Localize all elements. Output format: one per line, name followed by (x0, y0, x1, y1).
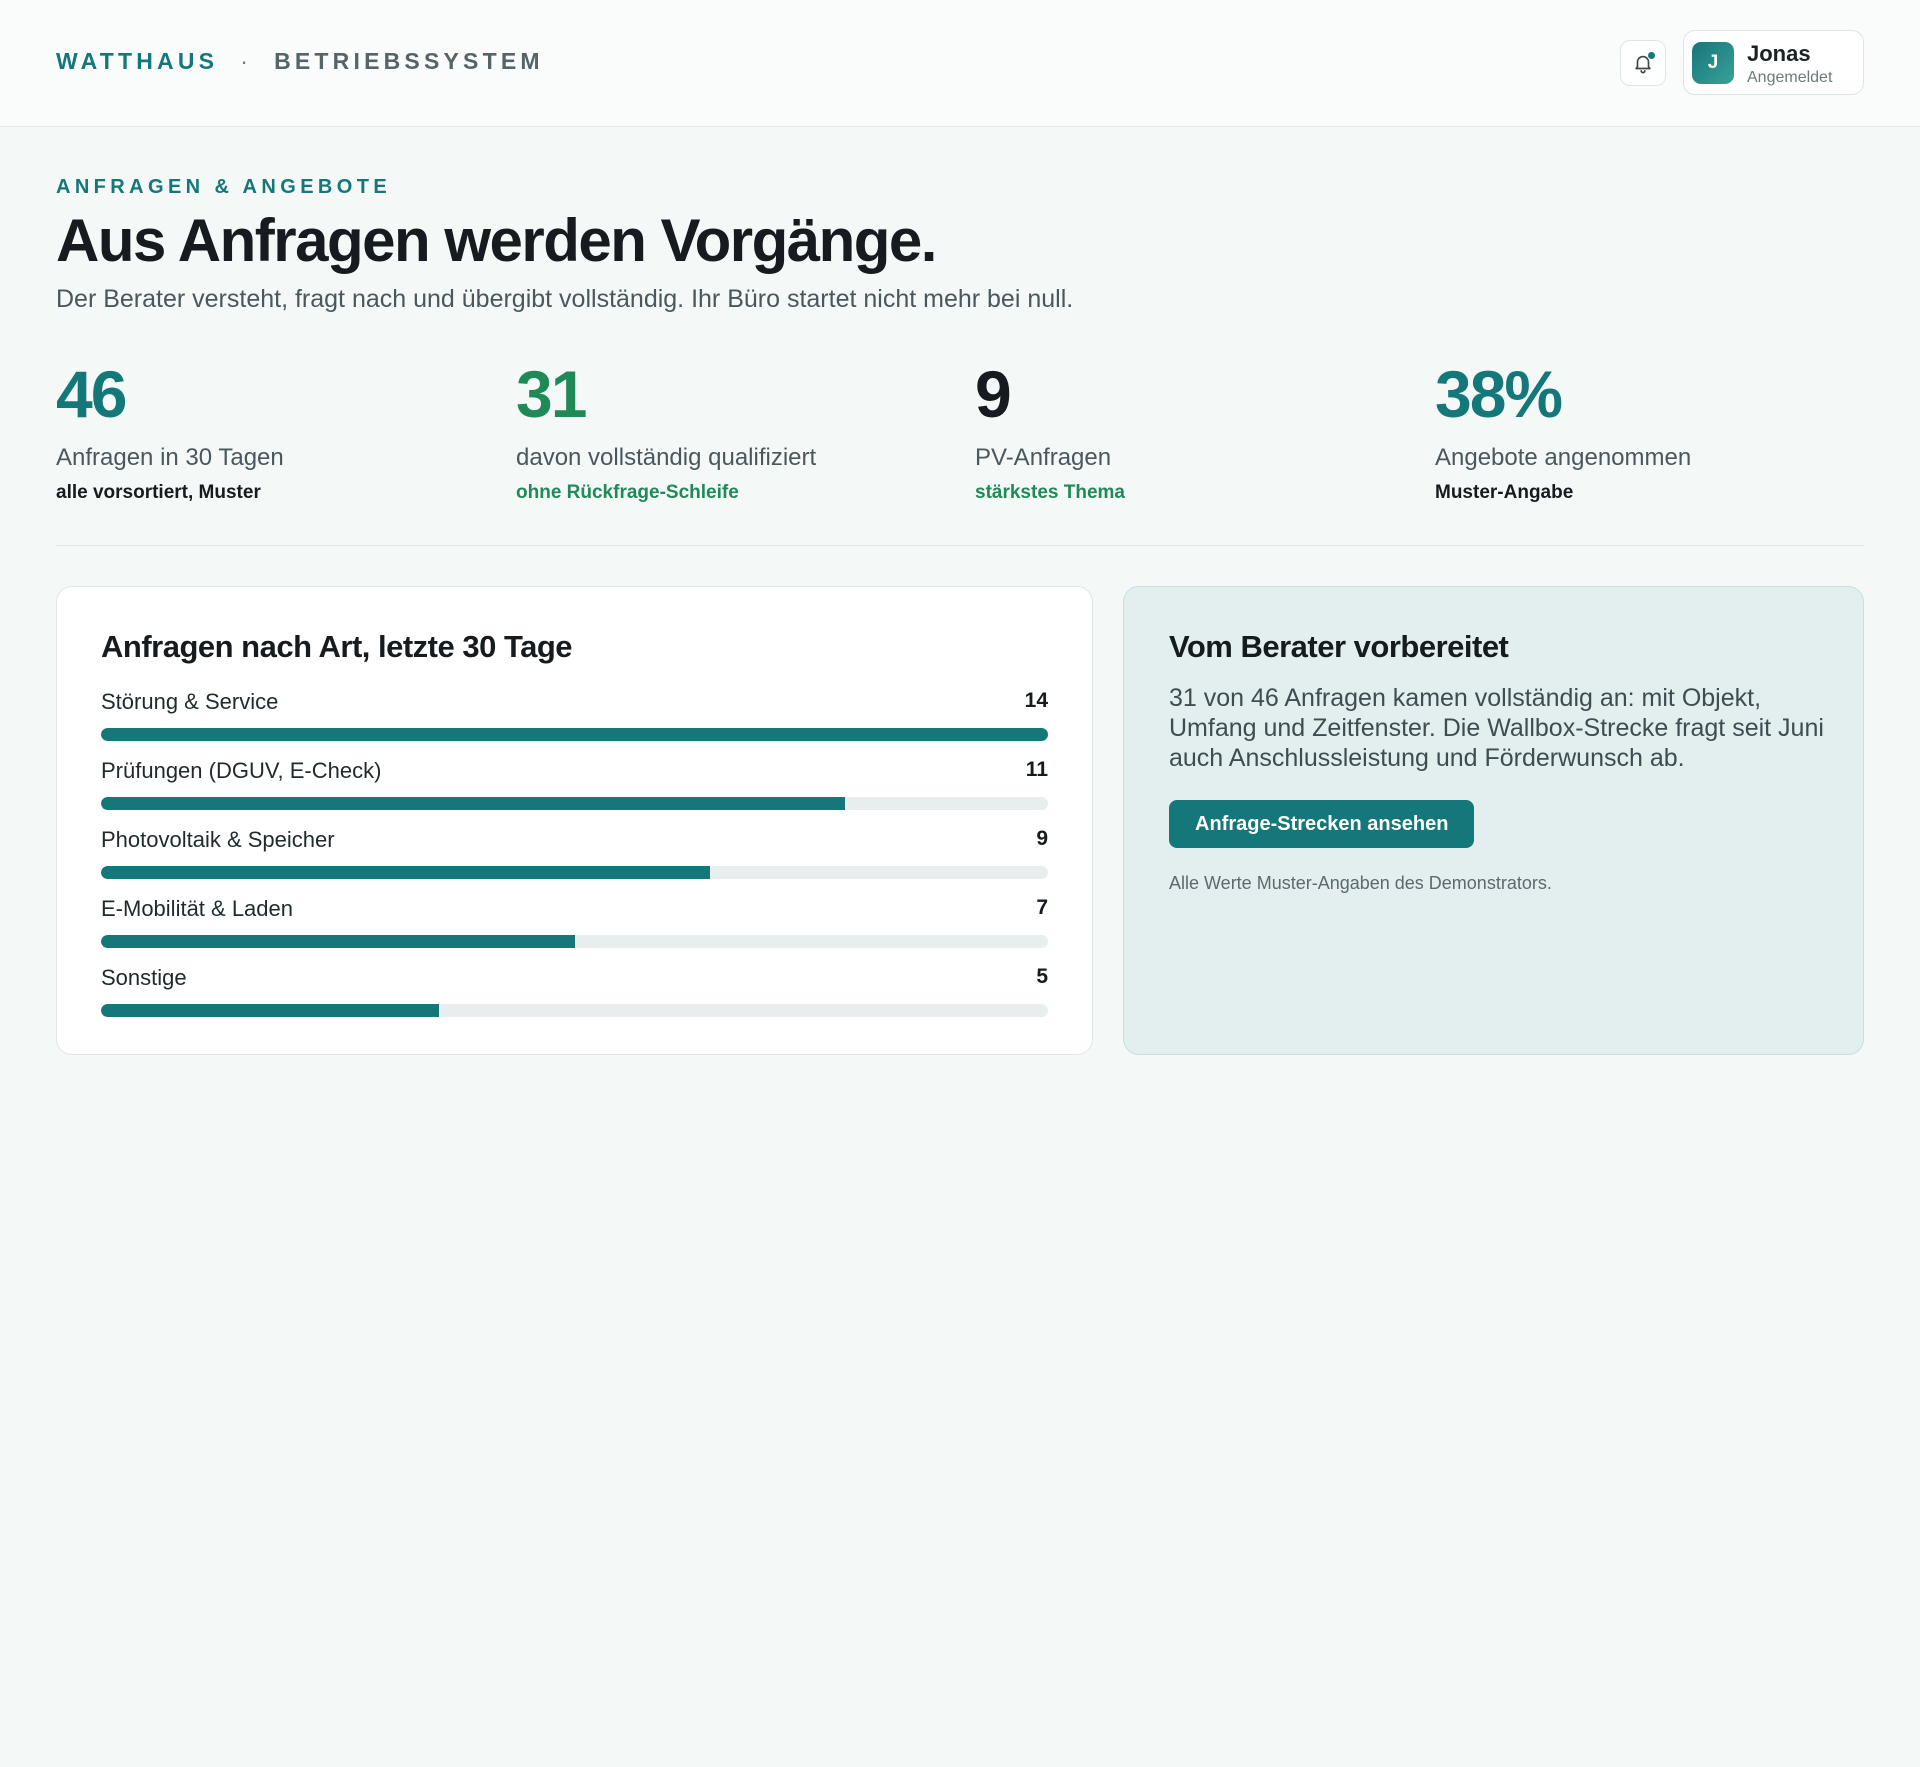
kpi-label: Angebote angenommen (1435, 444, 1692, 471)
bar (101, 935, 575, 948)
bar-track (101, 866, 1048, 879)
brand-name: WATTHAUS (56, 48, 219, 74)
section-divider (56, 545, 1864, 546)
user-menu[interactable]: J Jonas Angemeldet (1683, 30, 1864, 95)
chart-card: Anfragen nach Art, letzte 30 Tage Störun… (56, 586, 1093, 1055)
kpi-pv: 9 PV-Anfragen stärkstes Thema (975, 356, 1415, 505)
bar (101, 797, 846, 810)
product-name: BETRIEBSSYSTEM (274, 48, 544, 74)
bar-row: Sonstige 5 (101, 965, 1048, 1017)
bar-track (101, 797, 1048, 810)
kpi-note: ohne Rückfrage-Schleife (516, 482, 739, 503)
bar-value-label: 11 (1025, 758, 1048, 781)
kpi-label: PV-Anfragen (975, 444, 1112, 471)
bar-category-label: E-Mobilität & Laden (101, 896, 293, 921)
bar-row: E-Mobilität & Laden 7 (101, 896, 1048, 948)
kpi-note: alle vorsortiert, Muster (56, 482, 261, 503)
kpi-label: davon vollständig qualifiziert (516, 444, 817, 471)
bar-value-label: 9 (1036, 827, 1048, 850)
bar-track (101, 1004, 1048, 1017)
bar-row: Photovoltaik & Speicher 9 (101, 827, 1048, 879)
bar (101, 728, 1048, 741)
brand-separator: · (240, 48, 253, 74)
view-request-flows-button[interactable]: Anfrage-Strecken ansehen (1169, 800, 1475, 848)
avatar: J (1692, 42, 1734, 84)
brand[interactable]: WATTHAUS · BETRIEBSSYSTEM (56, 48, 544, 75)
info-title: Vom Berater vorbereitet (1169, 629, 1509, 664)
notification-dot (1648, 52, 1655, 59)
user-status: Angemeldet (1747, 69, 1833, 86)
bar (101, 866, 710, 879)
section-eyebrow: ANFRAGEN & ANGEBOTE (56, 176, 392, 198)
bar-value-label: 7 (1036, 896, 1048, 919)
page-lead: Der Berater versteht, fragt nach und übe… (56, 285, 1074, 313)
kpi-note: Muster-Angabe (1435, 482, 1574, 503)
notifications-button[interactable] (1620, 40, 1666, 86)
kpi-value: 31 (516, 357, 587, 431)
bar-row: Störung & Service 14 (101, 689, 1048, 741)
chart-title: Anfragen nach Art, letzte 30 Tage (101, 629, 573, 664)
bar-track (101, 935, 1048, 948)
bar-row: Prüfungen (DGUV, E-Check) 11 (101, 758, 1048, 810)
bar-value-label: 5 (1036, 965, 1048, 988)
bar-category-label: Störung & Service (101, 689, 279, 714)
kpi-label: Anfragen in 30 Tagen (56, 444, 284, 471)
kpi-requests: 46 Anfragen in 30 Tagen alle vorsortiert… (56, 356, 496, 505)
bar-track (101, 728, 1048, 741)
kpi-value: 38% (1435, 357, 1563, 431)
info-text: 31 von 46 Anfragen kamen vollständig an:… (1169, 684, 1824, 772)
bar (101, 1004, 440, 1017)
kpi-note: stärkstes Thema (975, 482, 1125, 503)
kpi-value: 9 (975, 357, 1012, 431)
bar-category-label: Photovoltaik & Speicher (101, 827, 335, 852)
user-name: Jonas (1747, 41, 1811, 66)
info-footnote: Alle Werte Muster-Angaben des Demonstrat… (1169, 873, 1552, 893)
bar-category-label: Prüfungen (DGUV, E-Check) (101, 758, 382, 783)
kpi-qualified: 31 davon vollständig qualifiziert ohne R… (516, 356, 956, 505)
page-title: Aus Anfragen werden Vorgänge. (56, 207, 937, 274)
kpi-accepted: 38% Angebote angenommen Muster-Angabe (1435, 356, 1875, 505)
kpi-value: 46 (56, 357, 127, 431)
top-bar: WATTHAUS · BETRIEBSSYSTEM J Jonas Angeme… (0, 0, 1920, 127)
bar-category-label: Sonstige (101, 965, 187, 990)
bar-value-label: 14 (1024, 689, 1048, 712)
info-card: Vom Berater vorbereitet 31 von 46 Anfrag… (1123, 586, 1864, 1055)
